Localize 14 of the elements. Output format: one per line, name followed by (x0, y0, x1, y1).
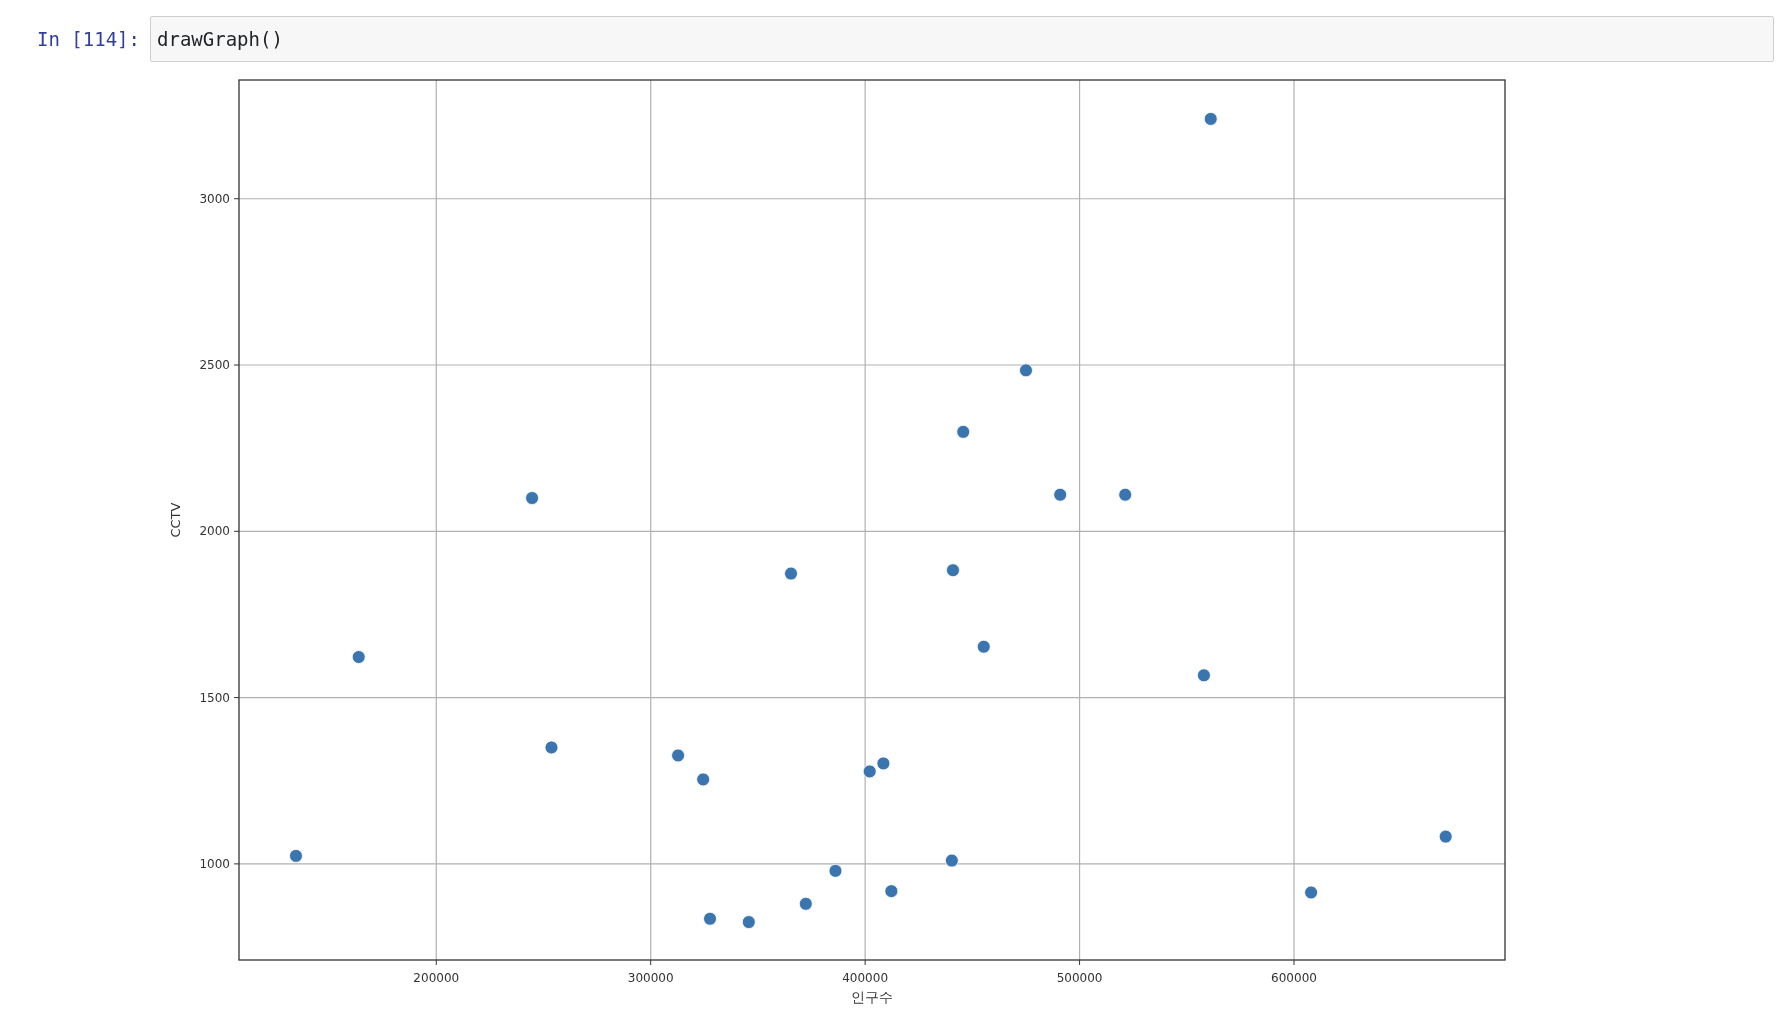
y-tick-label: 1500 (199, 690, 230, 705)
x-tick-label: 500000 (1056, 971, 1103, 985)
y-tick-label: 2500 (199, 358, 230, 372)
y-tick-label: 3000 (199, 191, 230, 206)
x-tick-label: 300000 (627, 971, 674, 985)
x-tick-label: 600000 (1271, 971, 1317, 985)
y-tick-label: 1000 (199, 856, 230, 871)
code-input[interactable]: drawGraph() (150, 16, 1774, 62)
x-tick-label: 400000 (842, 971, 889, 985)
x-tick-label: 200000 (413, 971, 460, 985)
cell-prompt: In [114]: (36, 27, 141, 52)
y-tick-label: 2000 (199, 524, 230, 539)
y-axis-label: CCTV (168, 502, 183, 538)
x-axis-label: 인구수 (851, 989, 893, 1005)
